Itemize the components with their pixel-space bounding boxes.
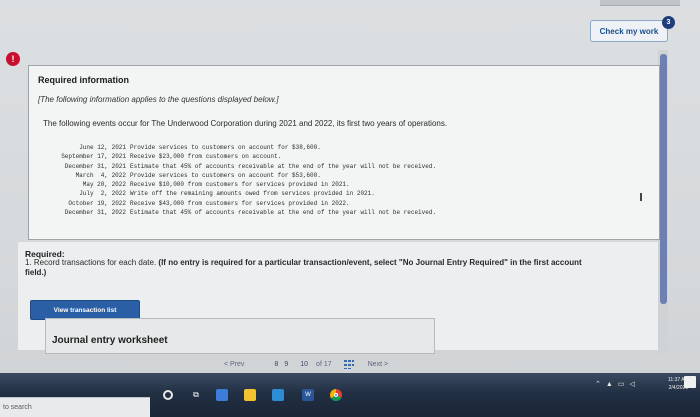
grid-menu-icon[interactable] [343, 360, 354, 369]
page-10-current[interactable]: 10 [300, 361, 308, 368]
event-row: December 31, 2022 Estimate that 45% of ac… [64, 209, 437, 217]
info-note: [The following information applies to th… [38, 95, 279, 104]
battery-icon[interactable]: ▭ [618, 380, 625, 388]
mouse-cursor-icon [640, 193, 646, 201]
check-count-badge: 3 [662, 16, 675, 29]
store-icon[interactable] [272, 389, 284, 401]
cortana-icon[interactable] [163, 390, 173, 400]
info-title: Required information [38, 75, 130, 85]
task-view-icon[interactable]: ⧉ [190, 389, 202, 401]
required-step: 1. Record transactions for each date. [25, 258, 157, 267]
check-my-work-label: Check my work [599, 26, 659, 36]
exclamation-icon: ! [6, 52, 20, 66]
prev-button[interactable]: < Prev [224, 361, 244, 368]
scrollbar-thumb[interactable] [660, 54, 667, 304]
event-row: October 19, 2022 Receive $43,000 from cus… [68, 199, 350, 207]
page-9-link[interactable]: 9 [284, 361, 288, 368]
folder-icon[interactable] [244, 389, 256, 401]
event-row: May 20, 2022 Receive $10,000 from custome… [82, 181, 350, 189]
volume-icon[interactable]: ◁ [629, 380, 634, 388]
system-tray: ⌃ ▲ ▭ ◁ [595, 378, 635, 390]
journal-worksheet-title: Journal entry worksheet [52, 335, 168, 346]
view-transaction-list-button[interactable]: View transaction list [30, 300, 140, 320]
info-description: The following events occur for The Under… [43, 119, 448, 128]
taskbar-search-box[interactable]: to search [0, 397, 150, 417]
required-instructions: 1. Record transactions for each date. (I… [25, 258, 605, 278]
taskbar-search-placeholder: to search [3, 404, 32, 411]
event-row: June 12, 2021 Provide services to custome… [79, 144, 321, 151]
page-8-link[interactable]: 8 [274, 361, 278, 368]
check-my-work-button[interactable]: Check my work [590, 20, 668, 42]
chrome-center [334, 393, 338, 397]
view-transaction-list-label: View transaction list [53, 306, 117, 314]
event-row: December 31, 2021 Estimate that 45% of ac… [64, 162, 437, 170]
event-row: September 17, 2021 Receive $23,000 from c… [61, 153, 282, 161]
event-row: July 2, 2022 Write off the remaining amou… [79, 190, 375, 198]
word-icon[interactable]: W [302, 389, 314, 401]
notification-icon[interactable] [684, 376, 696, 388]
page-total: of 17 [316, 361, 332, 368]
file-explorer-icon[interactable] [216, 389, 228, 401]
question-pager: < Prev 8 9 10 of 17 Next > [220, 357, 460, 372]
events-list: June 12, 2021 Provide services to custome… [40, 143, 436, 217]
event-row: March 4, 2022 Provide services to custome… [75, 171, 321, 179]
chevron-up-icon[interactable]: ⌃ [595, 380, 601, 388]
network-icon[interactable]: ▲ [606, 381, 613, 388]
top-edge-strip [600, 0, 680, 6]
next-button[interactable]: Next > [368, 361, 388, 368]
